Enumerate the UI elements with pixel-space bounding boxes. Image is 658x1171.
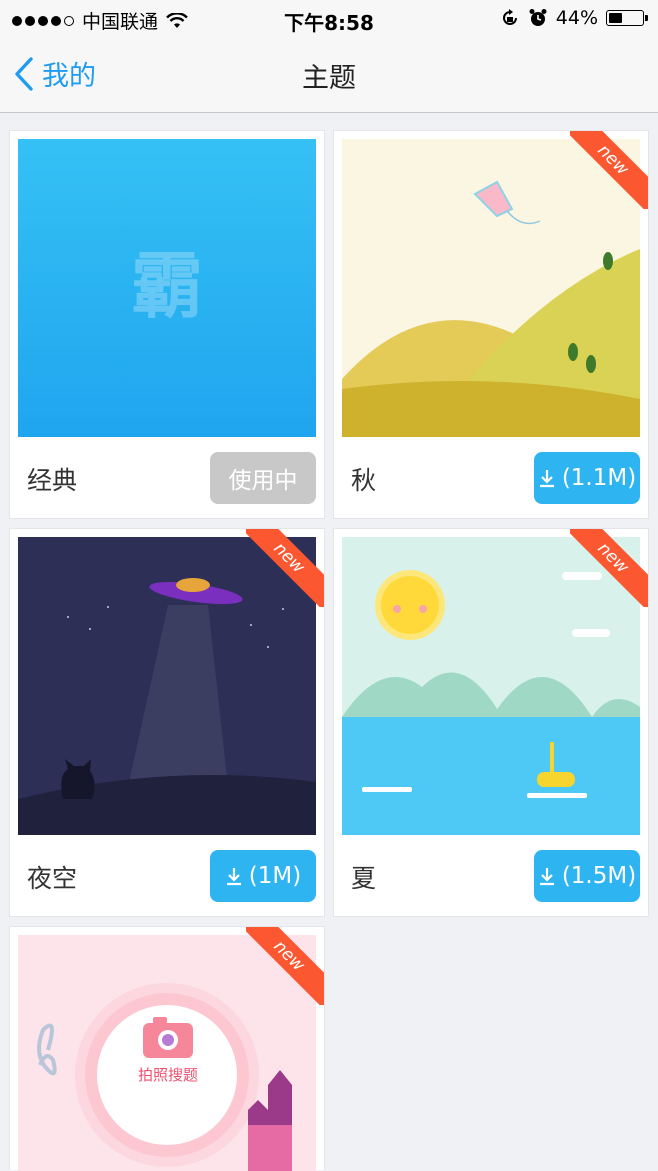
thumbnail-caption: 拍照搜题 <box>138 1066 198 1084</box>
theme-card-night-sky[interactable]: new 夜空 (1M) <box>9 528 325 917</box>
camera-icon <box>143 1017 193 1058</box>
theme-name: 夏 <box>351 864 377 893</box>
theme-card-photo-search[interactable]: 拍照搜题 new <box>9 926 325 1171</box>
theme-card-summer[interactable]: new 夏 (1.5M) <box>333 528 649 917</box>
navigation-bar: 我的 主题 <box>0 36 658 113</box>
download-button[interactable]: (1M) <box>210 850 316 902</box>
new-badge: new <box>246 529 324 607</box>
download-icon <box>539 470 554 488</box>
page-title: 主题 <box>302 63 356 94</box>
download-button[interactable]: (1.5M) <box>534 850 640 902</box>
new-badge: new <box>246 927 324 1005</box>
download-size: (1M) <box>248 863 302 889</box>
theme-thumbnail-classic[interactable]: 霸 <box>18 139 316 437</box>
thumbnail-logo-text: 霸 <box>131 244 203 328</box>
theme-name: 秋 <box>351 466 377 495</box>
rotation-lock-icon <box>502 9 517 25</box>
download-button[interactable]: (1.1M) <box>534 452 640 504</box>
theme-card-autumn[interactable]: new 秋 (1.1M) <box>333 130 649 519</box>
alarm-icon <box>529 9 547 26</box>
new-badge: new <box>570 529 648 607</box>
download-icon <box>226 868 241 886</box>
download-size: (1.5M) <box>561 863 637 889</box>
new-badge: new <box>570 131 648 209</box>
using-button[interactable]: 使用中 <box>210 452 316 504</box>
status-bar: 中国联通 下午8:58 44% <box>0 0 658 36</box>
download-icon <box>539 868 554 886</box>
sun-icon <box>375 570 445 640</box>
theme-card-classic[interactable]: 霸 经典 使用中 <box>9 130 325 519</box>
theme-name: 经典 <box>27 466 78 495</box>
battery-icon <box>606 10 648 26</box>
battery-percent: 44% <box>555 7 598 29</box>
button-label: 使用中 <box>228 468 298 494</box>
theme-name: 夜空 <box>27 864 78 893</box>
download-size: (1.1M) <box>561 465 637 491</box>
